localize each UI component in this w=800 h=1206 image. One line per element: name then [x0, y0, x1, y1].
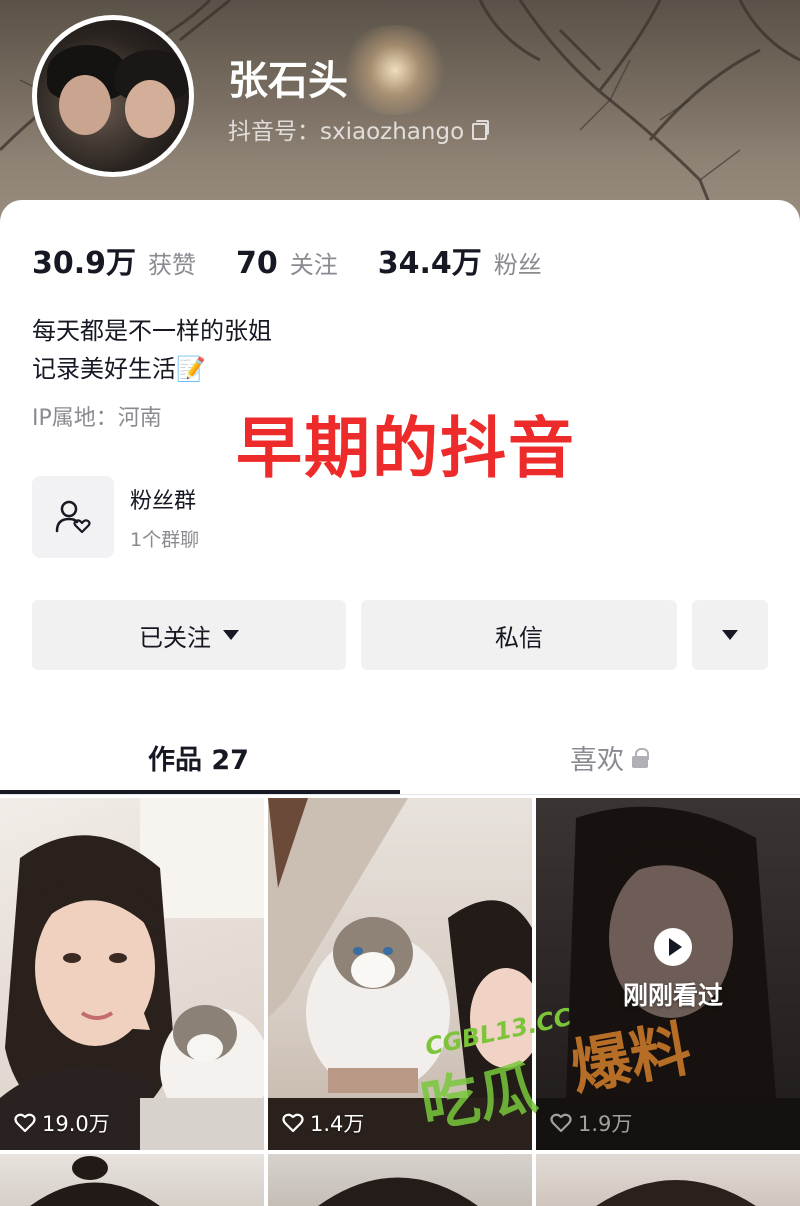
followed-button-label: 已关注 — [139, 623, 211, 652]
douyin-id-row[interactable]: 抖音号：sxiaozhango — [228, 112, 490, 146]
overlay-caption: 早期的抖音 — [236, 410, 576, 487]
avatar-face-left — [59, 75, 111, 135]
tab-likes-label: 喜欢 — [570, 745, 624, 776]
heart-icon — [14, 1113, 36, 1133]
video-thumbnail[interactable] — [536, 1154, 800, 1206]
ip-location: IP属地：河南 — [32, 406, 162, 431]
stat-likes-value: 30.9万 — [32, 246, 137, 281]
user-heart-icon — [55, 500, 91, 534]
fans-group-entry[interactable]: 粉丝群 1个群聊 — [32, 476, 199, 558]
just-watched-indicator: 刚刚看过 — [608, 928, 738, 1012]
profile-avatar[interactable] — [32, 15, 194, 177]
more-dropdown-button[interactable] — [692, 600, 768, 670]
heart-icon — [282, 1113, 304, 1133]
stat-followers-label: 粉丝 — [493, 251, 542, 279]
content-tabs: 作品 27 喜欢 — [0, 720, 800, 796]
stat-likes-label: 获赞 — [148, 251, 197, 279]
video-thumbnail[interactable]: 刚刚看过 1.9万 — [536, 798, 800, 1150]
douyin-id-text: 抖音号：sxiaozhango — [228, 119, 465, 145]
message-button[interactable]: 私信 — [361, 600, 677, 670]
like-count: 19.0万 — [14, 1108, 110, 1138]
stat-following[interactable]: 70 关注 — [236, 245, 338, 281]
like-count-value: 19.0万 — [42, 1112, 110, 1136]
thumbnail-art — [318, 1177, 478, 1206]
message-button-label: 私信 — [495, 623, 543, 652]
copy-icon[interactable] — [472, 120, 490, 140]
bio-line-1: 每天都是不一样的张姐 — [32, 317, 272, 345]
profile-name: 张石头 — [228, 58, 348, 104]
video-grid: 19.0万 1.4万 刚刚看过 1.9万 — [0, 798, 800, 1206]
stat-followers-value: 34.4万 — [377, 246, 482, 281]
stats-row: 30.9万 获赞 70 关注 34.4万 粉丝 — [32, 238, 582, 282]
fans-group-text: 粉丝群 1个群聊 — [130, 483, 199, 552]
fans-group-icon-box — [32, 476, 114, 558]
just-watched-label: 刚刚看过 — [622, 981, 723, 1010]
thumbnail-art — [0, 798, 264, 1150]
video-thumbnail[interactable] — [0, 1154, 264, 1206]
stat-likes[interactable]: 30.9万 获赞 — [32, 238, 196, 282]
play-icon — [654, 928, 692, 966]
video-thumbnail[interactable] — [268, 1154, 532, 1206]
avatar-face-right — [125, 80, 175, 138]
fans-group-title: 粉丝群 — [130, 488, 197, 514]
like-count: 1.4万 — [282, 1108, 364, 1138]
bio-line-2: 记录美好生活📝 — [32, 355, 206, 383]
like-count-value: 1.4万 — [310, 1112, 365, 1136]
thumbnail-art — [268, 798, 532, 1150]
stat-following-value: 70 — [236, 246, 278, 281]
stat-following-label: 关注 — [289, 251, 338, 279]
tab-likes[interactable]: 喜欢 — [570, 738, 649, 777]
thumbnail-art — [596, 1180, 756, 1206]
video-thumbnail[interactable]: 19.0万 — [0, 798, 264, 1150]
lock-icon — [632, 747, 649, 768]
heart-icon — [550, 1113, 572, 1133]
bio: 每天都是不一样的张姐 记录美好生活📝 — [32, 312, 272, 388]
caret-down-icon — [722, 630, 738, 640]
tab-works[interactable]: 作品 27 — [148, 738, 249, 777]
caret-down-icon — [223, 630, 239, 640]
like-count: 1.9万 — [550, 1108, 632, 1138]
stat-followers[interactable]: 34.4万 粉丝 — [378, 238, 542, 282]
followed-button[interactable]: 已关注 — [32, 600, 346, 670]
fans-group-subtitle: 1个群聊 — [130, 528, 200, 551]
tab-divider — [0, 794, 800, 795]
thumbnail-art — [30, 1156, 160, 1206]
like-count-value: 1.9万 — [578, 1112, 633, 1136]
video-thumbnail[interactable]: 1.4万 — [268, 798, 532, 1150]
